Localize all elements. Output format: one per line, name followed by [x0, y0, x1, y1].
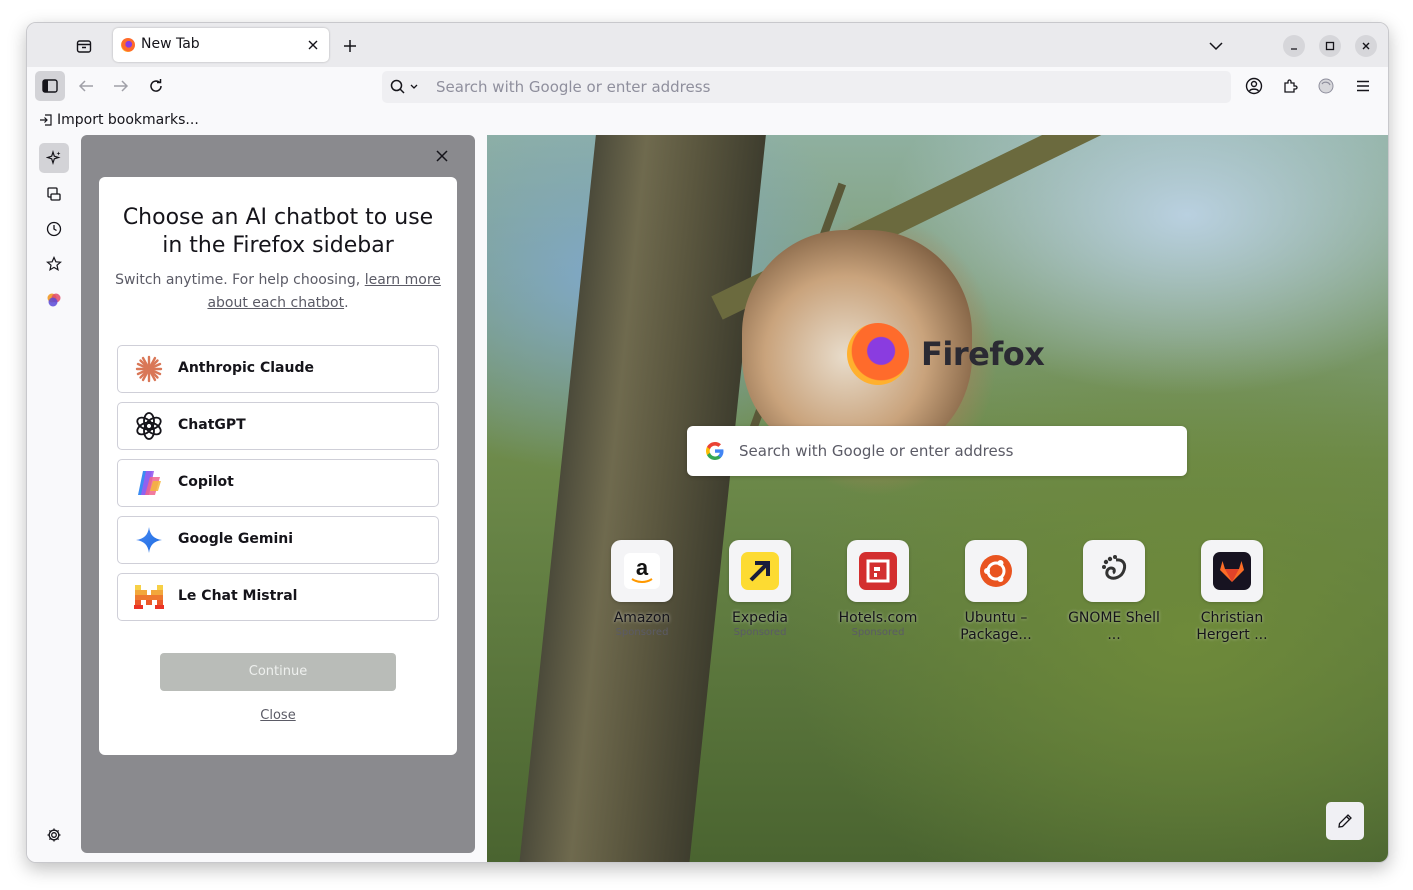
profile-extension-icon[interactable]: [1315, 75, 1337, 97]
import-bookmarks-label[interactable]: Import bookmarks...: [57, 112, 199, 128]
navigation-toolbar: Search with Google or enter address: [27, 67, 1388, 109]
reload-icon[interactable]: [145, 75, 167, 97]
claude-icon: [134, 355, 164, 383]
top-site-label: Expedia: [732, 610, 788, 626]
google-g-icon: [706, 442, 724, 460]
top-site-label: Hotels.com: [838, 610, 918, 626]
extension-color-icon[interactable]: [39, 285, 69, 315]
chatbot-option-chatgpt[interactable]: ChatGPT: [117, 402, 439, 450]
gitlab-icon: [1201, 540, 1263, 602]
chooser-title-line-2: in the Firefox sidebar: [162, 233, 394, 258]
expedia-icon: [729, 540, 791, 602]
import-bookmarks-link[interactable]: Import bookmarks...: [39, 112, 199, 128]
bookmarks-toolbar: Import bookmarks...: [27, 109, 1388, 135]
browser-window: New Tab Search with Google or enter addr…: [26, 22, 1389, 863]
copilot-icon: [134, 470, 164, 496]
firefox-brand: Firefox: [847, 323, 1045, 385]
top-site-label: Ubuntu – Package...: [960, 610, 1032, 643]
subtitle-text: Switch anytime. For help choosing,: [115, 272, 361, 288]
svg-text:a: a: [636, 555, 649, 580]
search-engine-search-icon[interactable]: [390, 79, 420, 99]
top-site-tile[interactable]: a Amazon Sponsored: [592, 540, 692, 639]
sidebar-settings-gear-icon[interactable]: [39, 820, 69, 850]
import-icon: [40, 114, 52, 126]
back-arrow-icon[interactable]: [75, 75, 97, 97]
tab-strip: New Tab: [27, 23, 1388, 67]
mistral-icon: [134, 584, 164, 610]
close-link[interactable]: Close: [99, 708, 457, 723]
learn-more-link[interactable]: learn more: [365, 272, 441, 288]
new-tab-page: Firefox Search with Google or enter addr…: [487, 135, 1388, 862]
firefox-favicon-icon: [121, 38, 135, 52]
tab-groups-icon[interactable]: [73, 35, 95, 57]
account-icon[interactable]: [1243, 75, 1265, 97]
chatbot-option-mistral[interactable]: Le Chat Mistral: [117, 573, 439, 621]
newtab-search-placeholder[interactable]: Search with Google or enter address: [739, 442, 1013, 460]
chatbot-option-label: Copilot: [178, 474, 234, 490]
sponsored-label: Sponsored: [615, 627, 669, 638]
top-site-label: Amazon: [613, 610, 671, 626]
top-site-tile[interactable]: Hotels.com Sponsored: [828, 540, 928, 639]
chatbot-option-label: ChatGPT: [178, 417, 246, 433]
ubuntu-icon: [965, 540, 1027, 602]
tab-new-tab[interactable]: New Tab: [113, 28, 329, 62]
chatbot-option-gemini[interactable]: Google Gemini: [117, 516, 439, 564]
chooser-subtitle: Switch anytime. For help choosing, learn…: [113, 269, 443, 315]
close-window-button[interactable]: [1355, 35, 1377, 57]
about-each-chatbot-link[interactable]: about each chatbot: [207, 295, 344, 311]
amazon-icon: a: [611, 540, 673, 602]
customize-pencil-icon[interactable]: [1326, 802, 1364, 840]
sponsored-label: Sponsored: [851, 627, 905, 638]
tab-title: New Tab: [141, 36, 200, 52]
chatbot-option-label: Google Gemini: [178, 531, 294, 547]
sidebar-toggle-icon[interactable]: [35, 71, 65, 101]
chooser-title-line-1: Choose an AI chatbot to use: [122, 205, 434, 230]
sponsored-label: Sponsored: [733, 627, 787, 638]
subtitle-period: .: [344, 295, 349, 311]
top-site-tile[interactable]: GNOME Shell ...: [1064, 540, 1164, 644]
chatbot-option-label: Le Chat Mistral: [178, 588, 298, 604]
continue-button[interactable]: Continue: [160, 653, 396, 691]
chatbot-chooser-card: Choose an AI chatbot to use in the Firef…: [99, 177, 457, 755]
sidebar-launcher: [27, 135, 81, 862]
maximize-button[interactable]: [1319, 35, 1341, 57]
chatbot-option-label: Anthropic Claude: [178, 360, 314, 376]
bookmarks-star-icon[interactable]: [39, 249, 69, 279]
firefox-logo-icon: [847, 323, 909, 385]
newtab-search-box[interactable]: Search with Google or enter address: [687, 426, 1187, 476]
chatbot-option-copilot[interactable]: Copilot: [117, 459, 439, 507]
sidebar-close-icon[interactable]: [431, 145, 453, 167]
menu-hamburger-icon[interactable]: [1352, 75, 1374, 97]
gnome-icon: [1083, 540, 1145, 602]
chatbot-option-claude[interactable]: Anthropic Claude: [117, 345, 439, 393]
background-tree-trunk: [517, 135, 767, 862]
top-site-label: GNOME Shell ...: [1068, 610, 1160, 643]
gemini-icon: [134, 527, 164, 553]
forward-arrow-icon[interactable]: [110, 75, 132, 97]
list-all-tabs-chevron-down-icon[interactable]: [1205, 35, 1227, 57]
new-tab-button[interactable]: [339, 35, 361, 57]
top-site-tile[interactable]: Christian Hergert ...: [1182, 540, 1282, 644]
history-clock-icon[interactable]: [39, 214, 69, 244]
tab-close-icon[interactable]: [305, 37, 321, 53]
chooser-title: Choose an AI chatbot to use in the Firef…: [99, 204, 457, 260]
extensions-puzzle-icon[interactable]: [1279, 75, 1301, 97]
url-input-placeholder[interactable]: Search with Google or enter address: [436, 78, 710, 96]
hotels-icon: [847, 540, 909, 602]
minimize-button[interactable]: [1283, 35, 1305, 57]
synced-tabs-icon[interactable]: [39, 179, 69, 209]
top-site-tile[interactable]: Ubuntu – Package...: [946, 540, 1046, 644]
ai-chatbot-sparkle-icon[interactable]: [39, 143, 69, 173]
chatgpt-icon: [134, 412, 164, 440]
top-site-label: Christian Hergert ...: [1196, 610, 1268, 643]
top-site-tile[interactable]: Expedia Sponsored: [710, 540, 810, 639]
url-bar[interactable]: Search with Google or enter address: [382, 71, 1231, 103]
firefox-wordmark: Firefox: [921, 335, 1045, 373]
